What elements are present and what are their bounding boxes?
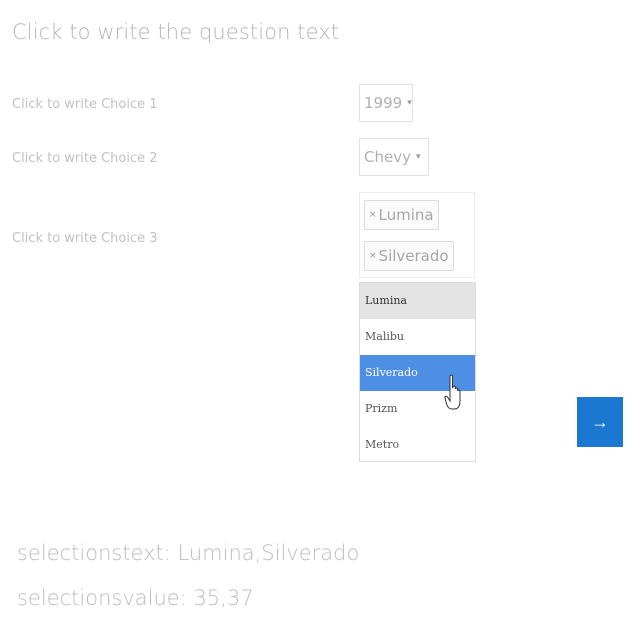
option-metro[interactable]: Metro: [360, 427, 475, 461]
choice-1-label[interactable]: Click to write Choice 1: [12, 97, 158, 112]
selected-tag-silverado[interactable]: × Silverado: [364, 241, 454, 271]
selections-value-output: selectionsvalue: 35,37: [17, 586, 254, 610]
chevron-down-icon: ▾: [415, 152, 421, 162]
model-options-list[interactable]: Lumina Malibu Silverado Prizm Metro: [359, 282, 476, 462]
year-select-value: 1999: [364, 94, 403, 112]
make-select-value: Chevy: [364, 148, 411, 166]
next-button[interactable]: →: [577, 397, 623, 447]
selections-text-output: selectionstext: Lumina,Silverado: [17, 541, 360, 565]
option-malibu[interactable]: Malibu: [360, 319, 475, 355]
survey-page: Click to write the question text Click t…: [0, 0, 640, 640]
tag-label: Silverado: [378, 247, 449, 265]
tag-label: Lumina: [378, 206, 434, 224]
question-text[interactable]: Click to write the question text: [12, 20, 339, 44]
choice-2-label[interactable]: Click to write Choice 2: [12, 151, 158, 166]
chevron-down-icon: ▾: [407, 98, 412, 108]
choice-3-label[interactable]: Click to write Choice 3: [12, 231, 158, 246]
make-select[interactable]: Chevy ▾: [359, 138, 429, 176]
selected-tag-lumina[interactable]: × Lumina: [364, 200, 439, 230]
close-icon[interactable]: ×: [369, 251, 377, 261]
year-select[interactable]: 1999 ▾: [359, 84, 413, 122]
hand-cursor-icon: [444, 374, 461, 410]
model-multiselect[interactable]: × Lumina × Silverado: [359, 192, 475, 278]
close-icon[interactable]: ×: [369, 210, 377, 220]
option-lumina[interactable]: Lumina: [360, 283, 475, 319]
